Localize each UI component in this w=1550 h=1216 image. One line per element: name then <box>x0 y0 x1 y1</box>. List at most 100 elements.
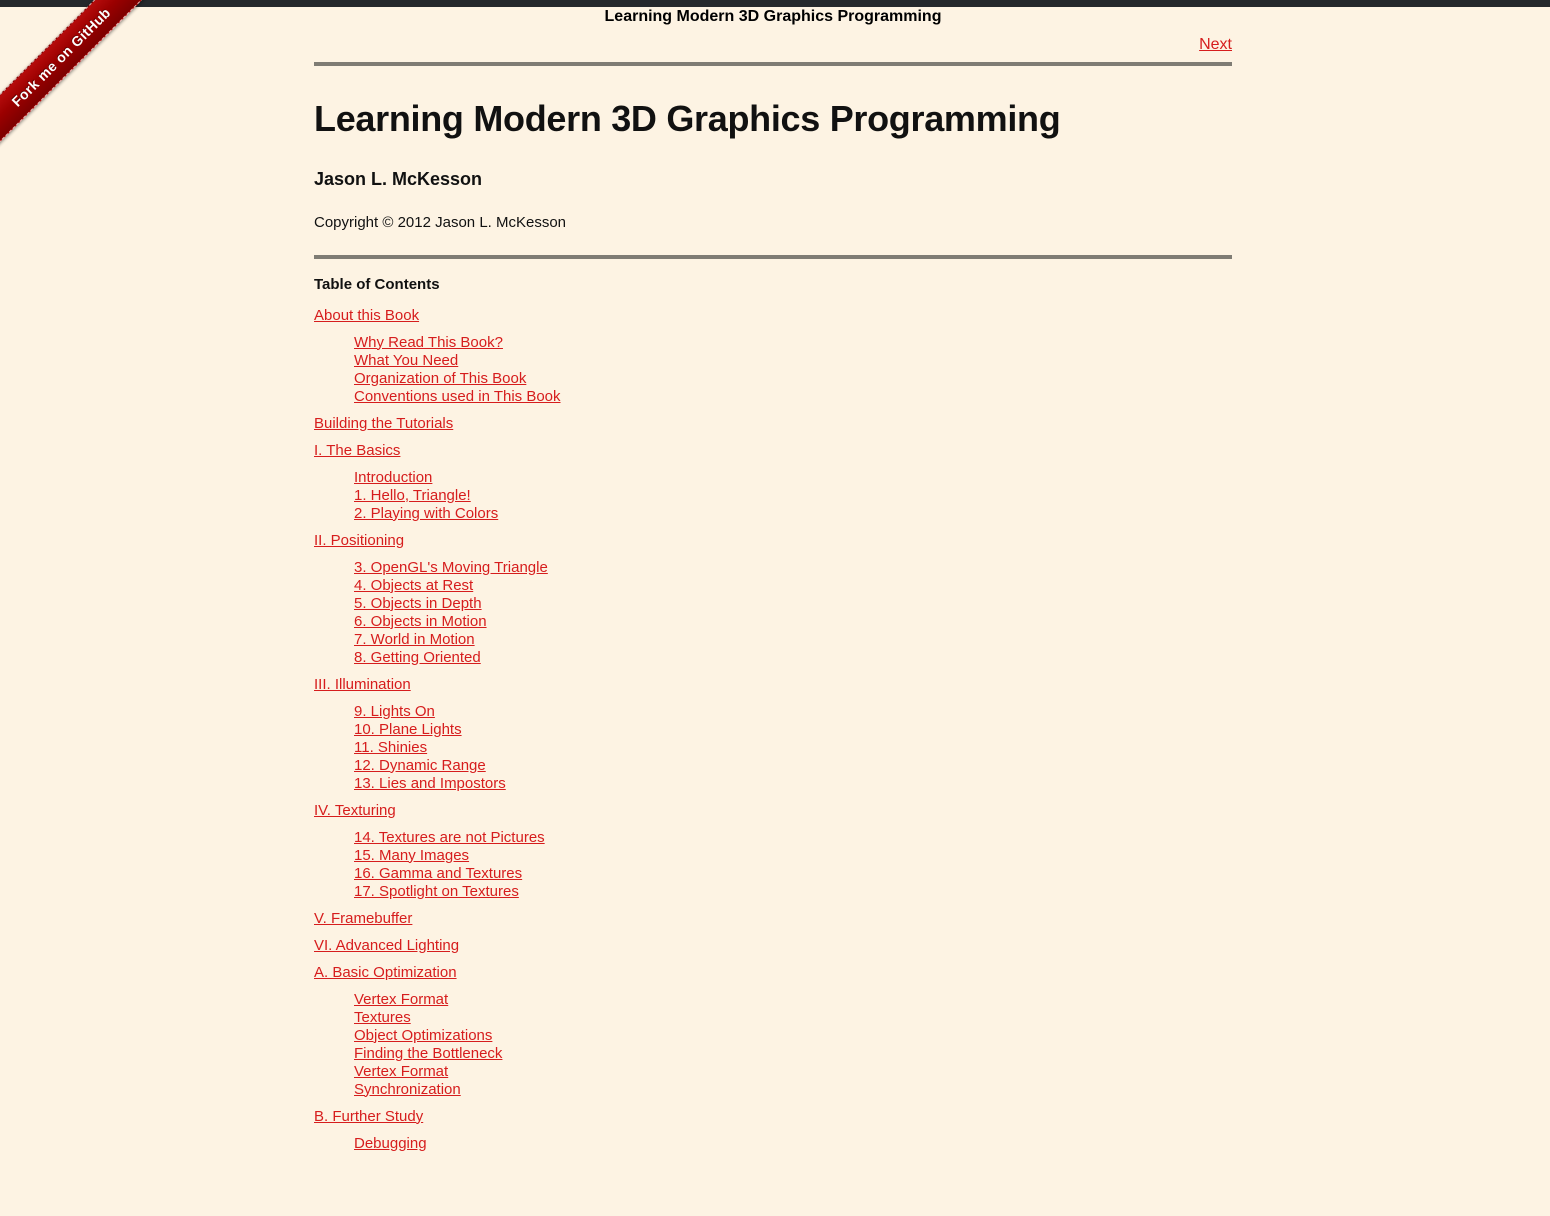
ribbon-band: Fork me on GitHub <box>0 0 158 154</box>
toc-entry: III. Illumination <box>314 676 1232 694</box>
toc-sub-entry: 8. Getting Oriented <box>354 649 1232 667</box>
toc-sub-link[interactable]: Finding the Bottleneck <box>354 1045 502 1062</box>
toc-sub-entry: Debugging <box>354 1135 1232 1153</box>
navigation-header: Learning Modern 3D Graphics Programming … <box>314 8 1232 54</box>
toc-sub-link[interactable]: 12. Dynamic Range <box>354 757 486 774</box>
toc-sub-entry: What You Need <box>354 352 1232 370</box>
toc-sub-entry: Object Optimizations <box>354 1027 1232 1045</box>
table-of-contents: Table of Contents About this Book Why Rea… <box>314 276 1232 1153</box>
toc-sub-entry: 13. Lies and Impostors <box>354 775 1232 793</box>
toc-sublist: 3. OpenGL's Moving Triangle 4. Objects at… <box>354 559 1232 667</box>
toc-link[interactable]: VI. Advanced Lighting <box>314 937 459 954</box>
toc-sub-entry: 5. Objects in Depth <box>354 595 1232 613</box>
toc-sub-link[interactable]: 1. Hello, Triangle! <box>354 487 471 504</box>
toc-sub-entry: Finding the Bottleneck <box>354 1045 1232 1063</box>
toc-entry: II. Positioning <box>314 532 1232 550</box>
toc-link[interactable]: V. Framebuffer <box>314 910 412 927</box>
toc-entry: B. Further Study <box>314 1108 1232 1126</box>
toc-sub-link[interactable]: 7. World in Motion <box>354 631 475 648</box>
toc-sub-entry: 1. Hello, Triangle! <box>354 487 1232 505</box>
toc-sub-link[interactable]: 5. Objects in Depth <box>354 595 482 612</box>
toc-sub-entry: 9. Lights On <box>354 703 1232 721</box>
toc-link[interactable]: I. The Basics <box>314 442 400 459</box>
toc-sub-link[interactable]: Why Read This Book? <box>354 334 503 351</box>
toc-sub-link[interactable]: What You Need <box>354 352 458 369</box>
toc-sublist: Debugging <box>354 1135 1232 1153</box>
book-author: Jason L. McKesson <box>314 168 483 189</box>
toc-sub-link[interactable]: 4. Objects at Rest <box>354 577 473 594</box>
toc-sub-link[interactable]: Vertex Format <box>354 991 448 1008</box>
fork-me-on-github-ribbon[interactable]: Fork me on GitHub <box>0 0 160 160</box>
toc-sub-link[interactable]: 14. Textures are not Pictures <box>354 829 545 846</box>
toc-sub-entry: Introduction <box>354 469 1232 487</box>
page-content: Learning Modern 3D Graphics Programming … <box>314 0 1232 1162</box>
toc-entry: I. The Basics <box>314 442 1232 460</box>
toc-sub-entry: 17. Spotlight on Textures <box>354 883 1232 901</box>
navheader-divider <box>314 62 1232 66</box>
toc-sub-entry: 11. Shinies <box>354 739 1232 757</box>
toc-sub-link[interactable]: Debugging <box>354 1135 427 1152</box>
toc-sublist-wrapper: 14. Textures are not Pictures 15. Many Im… <box>354 829 1232 901</box>
toc-list: About this Book Why Read This Book? What Y… <box>314 307 1232 1153</box>
toc-sub-link[interactable]: 2. Playing with Colors <box>354 505 498 522</box>
toc-sub-entry: Conventions used in This Book <box>354 388 1232 406</box>
copyright-notice: Copyright © 2012 Jason L. McKesson <box>314 213 567 231</box>
toc-sub-link[interactable]: Object Optimizations <box>354 1027 492 1044</box>
toc-sub-entry: Vertex Format <box>354 991 1232 1009</box>
toc-link[interactable]: IV. Texturing <box>314 802 396 819</box>
toc-sub-link[interactable]: 6. Objects in Motion <box>354 613 487 630</box>
toc-heading: Table of Contents <box>314 275 440 293</box>
page-title: Learning Modern 3D Graphics Programming <box>314 98 1061 139</box>
toc-sub-link[interactable]: 10. Plane Lights <box>354 721 462 738</box>
toc-sub-entry: Textures <box>354 1009 1232 1027</box>
toc-sub-link[interactable]: 11. Shinies <box>354 739 427 756</box>
toc-link[interactable]: II. Positioning <box>314 532 404 549</box>
toc-sub-link[interactable]: 16. Gamma and Textures <box>354 865 522 882</box>
toc-sub-entry: 12. Dynamic Range <box>354 757 1232 775</box>
toc-link[interactable]: A. Basic Optimization <box>314 964 457 981</box>
next-link[interactable]: Next <box>1199 36 1232 53</box>
toc-sub-entry: Synchronization <box>354 1081 1232 1099</box>
toc-sub-entry: 2. Playing with Colors <box>354 505 1232 523</box>
toc-sub-entry: Vertex Format <box>354 1063 1232 1081</box>
toc-entry: Building the Tutorials <box>314 415 1232 433</box>
toc-sublist: 14. Textures are not Pictures 15. Many Im… <box>354 829 1232 901</box>
toc-sublist: Why Read This Book? What You Need Organiza… <box>354 334 1232 406</box>
toc-sub-link[interactable]: 3. OpenGL's Moving Triangle <box>354 559 548 576</box>
toc-link[interactable]: About this Book <box>314 307 419 324</box>
toc-sub-link[interactable]: Conventions used in This Book <box>354 388 561 405</box>
toc-sub-link[interactable]: Organization of This Book <box>354 370 526 387</box>
toc-sub-link[interactable]: 9. Lights On <box>354 703 435 720</box>
toc-sub-link[interactable]: 8. Getting Oriented <box>354 649 481 666</box>
toc-sub-link[interactable]: Vertex Format <box>354 1063 448 1080</box>
toc-entry: V. Framebuffer <box>314 910 1232 928</box>
toc-link[interactable]: III. Illumination <box>314 676 411 693</box>
navheader-spacer <box>498 36 1049 54</box>
navheader-next-cell: Next <box>1048 36 1232 54</box>
toc-sublist: Vertex Format Textures Object Optimization… <box>354 991 1232 1099</box>
toc-sub-link[interactable]: 15. Many Images <box>354 847 469 864</box>
toc-link[interactable]: B. Further Study <box>314 1108 423 1125</box>
toc-sublist-wrapper: 3. OpenGL's Moving Triangle 4. Objects at… <box>354 559 1232 667</box>
toc-sub-link[interactable]: Synchronization <box>354 1081 461 1098</box>
toc-sub-entry: Organization of This Book <box>354 370 1232 388</box>
toc-sublist-wrapper: Introduction 1. Hello, Triangle! 2. Playin… <box>354 469 1232 523</box>
toc-sub-link[interactable]: Textures <box>354 1009 411 1026</box>
ribbon-label: Fork me on GitHub <box>8 4 114 110</box>
toc-sub-link[interactable]: 13. Lies and Impostors <box>354 775 506 792</box>
toc-link[interactable]: Building the Tutorials <box>314 415 453 432</box>
toc-sublist: Introduction 1. Hello, Triangle! 2. Playin… <box>354 469 1232 523</box>
navheader-prev-cell <box>314 36 498 54</box>
toc-sub-entry: 16. Gamma and Textures <box>354 865 1232 883</box>
toc-sub-link[interactable]: 17. Spotlight on Textures <box>354 883 519 900</box>
toc-sublist-wrapper: Debugging <box>354 1135 1232 1153</box>
toc-sub-entry: 6. Objects in Motion <box>354 613 1232 631</box>
toc-sub-entry: Why Read This Book? <box>354 334 1232 352</box>
title-divider <box>314 254 1232 259</box>
toc-sublist-wrapper: Vertex Format Textures Object Optimization… <box>354 991 1232 1099</box>
toc-sublist: 9. Lights On 10. Plane Lights 11. Shinies 1… <box>354 703 1232 793</box>
toc-sublist-wrapper: Why Read This Book? What You Need Organiza… <box>354 334 1232 406</box>
top-accent-bar <box>0 0 1550 7</box>
toc-entry: About this Book <box>314 307 1232 325</box>
toc-sub-link[interactable]: Introduction <box>354 469 432 486</box>
